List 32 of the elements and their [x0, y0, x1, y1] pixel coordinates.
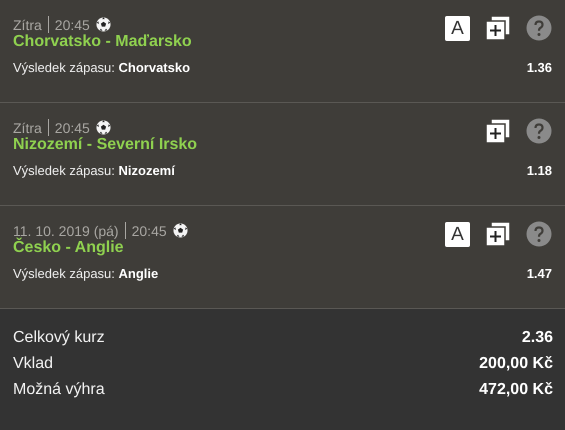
football-icon [96, 17, 111, 32]
help-icon[interactable] [526, 221, 552, 247]
bet-selection: Výsledek zápasu: Anglie [13, 266, 158, 281]
match-date: Zítra [13, 120, 42, 136]
add-copy-icon[interactable] [485, 221, 511, 247]
match-title[interactable]: Nizozemí - Severní Irsko [13, 136, 198, 154]
add-copy-icon[interactable] [485, 118, 511, 144]
match-date: Zítra [13, 16, 42, 32]
summary-label: Vklad [13, 355, 54, 373]
summary-label: Možná výhra [13, 381, 105, 399]
help-icon[interactable] [526, 118, 552, 144]
summary-value: 200,00 Kč [479, 355, 553, 373]
add-copy-icon[interactable] [485, 15, 511, 41]
bet-selection: Výsledek zápasu: Nizozemí [13, 163, 175, 178]
a-button[interactable]: A [445, 222, 470, 246]
odds-value: 1.47 [526, 266, 552, 281]
match-title[interactable]: Chorvatsko - Maďarsko [13, 33, 192, 51]
a-button[interactable]: A [445, 16, 470, 40]
football-icon [172, 223, 188, 238]
help-icon[interactable] [526, 15, 552, 41]
match-title[interactable]: Česko - Anglie [13, 239, 124, 257]
match-date: 11. 10. 2019 (pá) [13, 222, 119, 238]
summary-label: Celkový kurz [13, 329, 105, 347]
odds-value: 1.18 [526, 163, 552, 178]
summary-value: 2.36 [522, 329, 553, 347]
match-time: 20:45 [54, 16, 90, 32]
bet-selection: Výsledek zápasu: Chorvatsko [13, 60, 190, 75]
match-time: 20:45 [132, 222, 167, 238]
match-time: 20:45 [54, 120, 90, 136]
football-icon [96, 120, 111, 135]
odds-value: 1.36 [526, 60, 552, 75]
summary-value: 472,00 Kč [479, 381, 553, 399]
